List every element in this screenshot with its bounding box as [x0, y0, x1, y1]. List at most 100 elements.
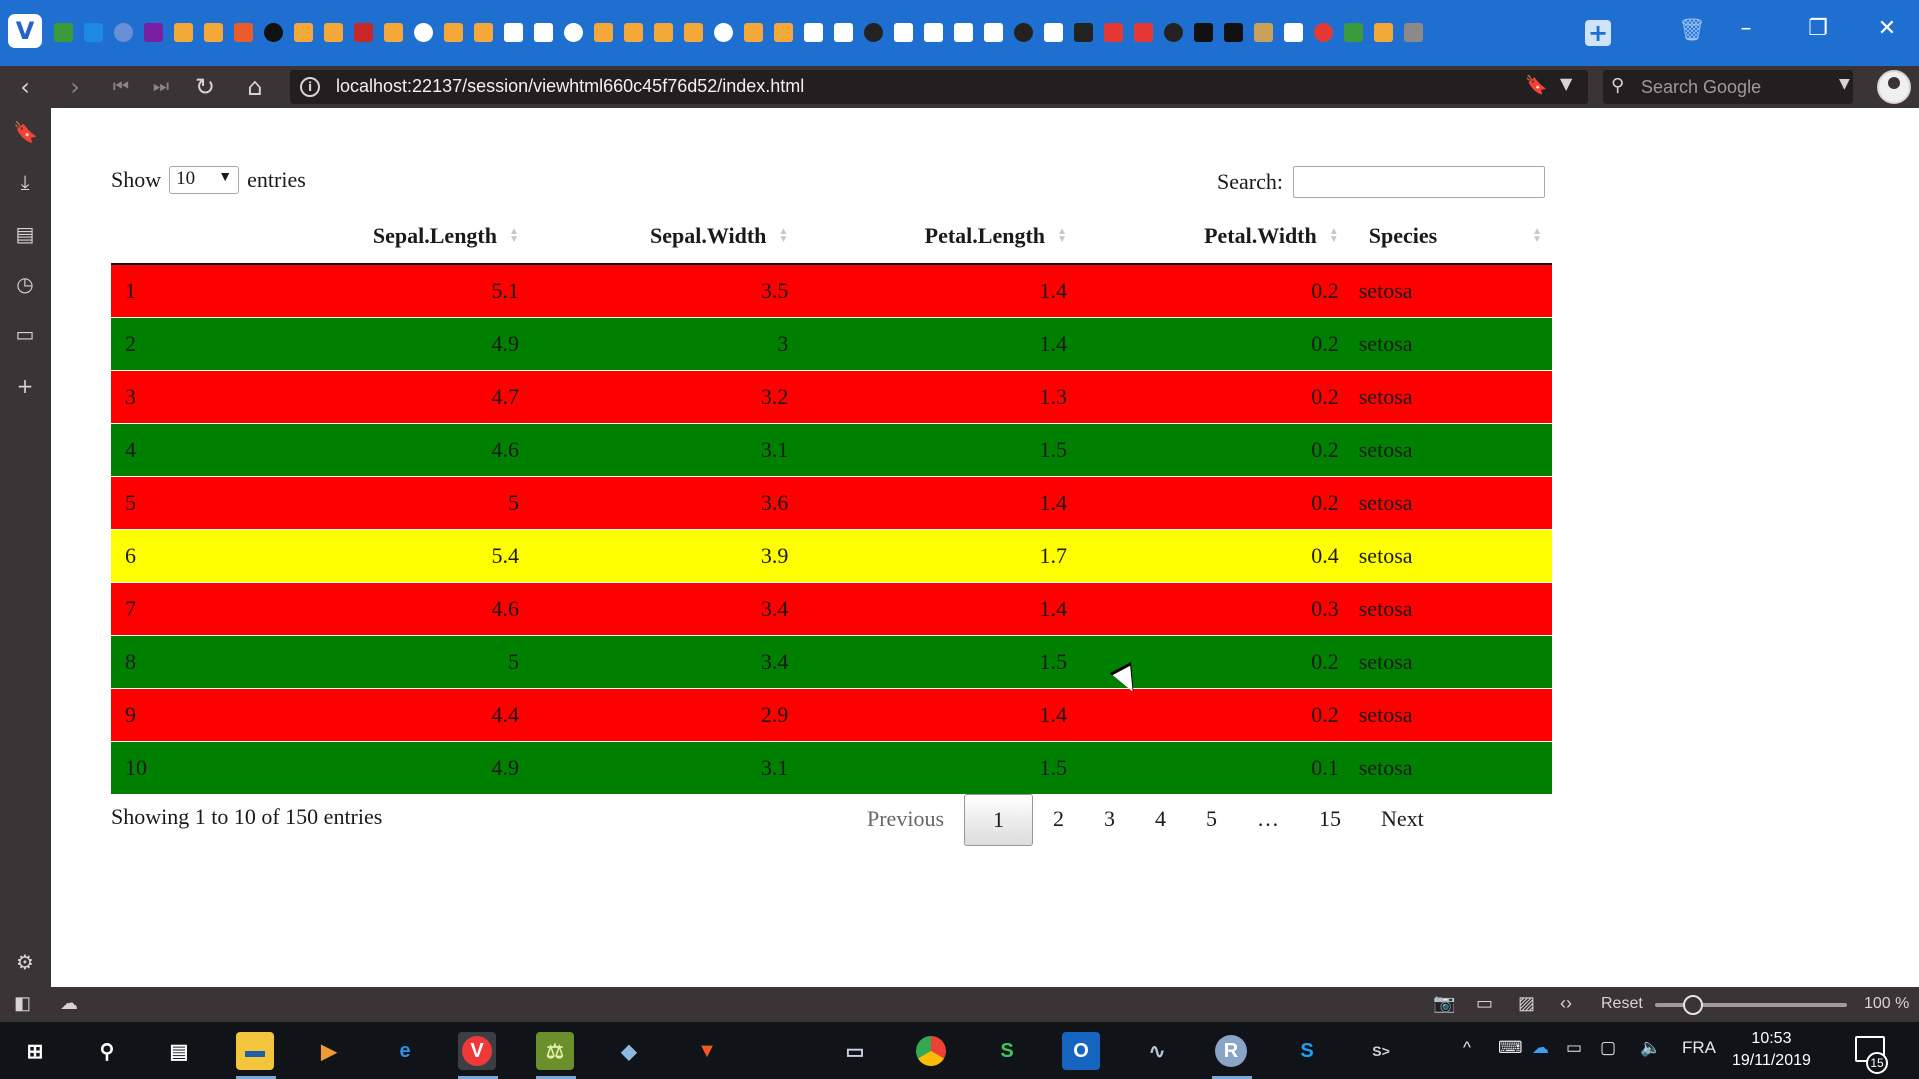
- page-button[interactable]: 1: [964, 794, 1033, 846]
- onedrive-cloud-icon[interactable]: ☁: [1532, 1038, 1549, 1058]
- bookmarks-panel-icon[interactable]: 🔖: [13, 120, 38, 144]
- downloads-panel-icon[interactable]: ⤓: [13, 170, 37, 194]
- tab-favicon-icon[interactable]: [1250, 17, 1277, 47]
- address-dropdown-icon[interactable]: ▼: [1560, 74, 1572, 93]
- trash-icon[interactable]: 🗑: [1678, 18, 1706, 46]
- input-language[interactable]: FRA: [1682, 1038, 1716, 1058]
- page-button[interactable]: 15: [1299, 794, 1361, 846]
- vivaldi-taskbar-icon[interactable]: V: [458, 1032, 496, 1070]
- windows-start-icon[interactable]: ⊞: [16, 1032, 54, 1070]
- minimize-window-icon[interactable]: –: [1726, 16, 1766, 41]
- column-header-petal-width[interactable]: Petal.Width ▲ ▼: [1077, 208, 1349, 265]
- r-language-icon[interactable]: R: [1212, 1032, 1250, 1070]
- tab-favicon-icon[interactable]: [140, 17, 167, 47]
- notes-panel-icon[interactable]: ▤: [13, 222, 37, 246]
- tab-favicon-icon[interactable]: [980, 17, 1007, 47]
- tab-favicon-icon[interactable]: [1070, 17, 1097, 47]
- tab-favicon-icon[interactable]: [200, 17, 227, 47]
- tab-favicon-icon[interactable]: [920, 17, 947, 47]
- page-button[interactable]: 5: [1186, 794, 1237, 846]
- table-row[interactable]: 5 5 3.6 1.4 0.2 setosa: [111, 476, 1552, 530]
- table-row[interactable]: 6 5.4 3.9 1.7 0.4 setosa: [111, 529, 1552, 583]
- vivaldi-logo-icon[interactable]: V: [8, 14, 42, 48]
- page-button[interactable]: 2: [1033, 794, 1084, 846]
- tab-favicon-icon[interactable]: [1100, 17, 1127, 47]
- tab-favicon-icon[interactable]: [770, 17, 797, 47]
- window-panel-icon[interactable]: ▭: [13, 322, 37, 346]
- show-hidden-icons-icon[interactable]: ^: [1463, 1038, 1471, 1058]
- column-header-index[interactable]: [111, 208, 228, 265]
- previous-page-button[interactable]: Previous: [847, 794, 964, 846]
- tab-favicon-icon[interactable]: [1340, 17, 1367, 47]
- tab-favicon-icon[interactable]: [890, 17, 917, 47]
- tab-favicon-icon[interactable]: [800, 17, 827, 47]
- tab-favicon-icon[interactable]: [380, 17, 407, 47]
- tab-favicon-icon[interactable]: [350, 17, 377, 47]
- tab-favicon-icon[interactable]: [1400, 17, 1427, 47]
- tab-favicon-icon[interactable]: [170, 17, 197, 47]
- site-info-icon[interactable]: i: [300, 77, 320, 97]
- column-header-species[interactable]: Species ▲ ▼: [1348, 208, 1552, 265]
- column-header-sepal-width[interactable]: Sepal.Width ▲ ▼: [529, 208, 799, 265]
- capture-camera-icon[interactable]: 📷: [1433, 993, 1455, 1014]
- table-row[interactable]: 9 4.4 2.9 1.4 0.2 setosa: [111, 688, 1552, 742]
- table-search-input[interactable]: [1292, 166, 1545, 198]
- tab-favicon-icon[interactable]: [440, 17, 467, 47]
- tab-favicon-icon[interactable]: [1160, 17, 1187, 47]
- tab-favicon-icon[interactable]: [1370, 17, 1397, 47]
- table-row[interactable]: 4 4.6 3.1 1.5 0.2 setosa: [111, 423, 1552, 477]
- tab-favicon-icon[interactable]: [620, 17, 647, 47]
- restore-window-icon[interactable]: ❐: [1798, 16, 1838, 41]
- notes-app-icon[interactable]: ◆: [610, 1032, 648, 1070]
- table-row[interactable]: 7 4.6 3.4 1.4 0.3 setosa: [111, 582, 1552, 636]
- calculator-app-icon[interactable]: ⚖: [536, 1032, 574, 1070]
- page-button[interactable]: 3: [1084, 794, 1135, 846]
- internet-explorer-icon[interactable]: e: [386, 1032, 424, 1070]
- command-prompt-icon[interactable]: S>: [1362, 1032, 1400, 1070]
- sync-cloud-icon[interactable]: ☁: [60, 993, 78, 1014]
- forward-icon[interactable]: ›: [60, 73, 90, 101]
- table-row[interactable]: 2 4.9 3 1.4 0.2 setosa: [111, 317, 1552, 371]
- search-field[interactable]: ⚲ Search Google ▼: [1603, 70, 1853, 104]
- task-view-icon[interactable]: ▤: [160, 1032, 198, 1070]
- tab-favicon-icon[interactable]: [830, 17, 857, 47]
- media-player-icon[interactable]: ▶: [310, 1032, 348, 1070]
- fast-forward-icon[interactable]: ⏭: [146, 73, 176, 101]
- back-icon[interactable]: ‹: [10, 73, 40, 101]
- search-engine-dropdown-icon[interactable]: ▼: [1839, 76, 1850, 92]
- chrome-icon[interactable]: [912, 1032, 950, 1070]
- volume-icon[interactable]: 🔈: [1640, 1038, 1661, 1058]
- script-app-icon[interactable]: S: [988, 1032, 1026, 1070]
- page-actions-icon[interactable]: ‹›: [1560, 993, 1572, 1014]
- outlook-icon[interactable]: O: [1062, 1032, 1100, 1070]
- tab-favicon-icon[interactable]: [1280, 17, 1307, 47]
- close-window-icon[interactable]: ✕: [1867, 16, 1907, 41]
- tiling-icon[interactable]: ▭: [1476, 993, 1493, 1014]
- tab-favicon-icon[interactable]: [80, 17, 107, 47]
- remote-desktop-icon[interactable]: ▭: [836, 1032, 874, 1070]
- tab-favicon-icon[interactable]: [260, 17, 287, 47]
- tab-favicon-icon[interactable]: [1310, 17, 1337, 47]
- tab-favicon-icon[interactable]: [410, 17, 437, 47]
- address-field[interactable]: i localhost:22137/session/viewhtml660c45…: [290, 70, 1588, 104]
- table-row[interactable]: 1 5.1 3.5 1.4 0.2 setosa: [111, 264, 1552, 318]
- tab-favicon-icon[interactable]: [470, 17, 497, 47]
- tab-favicon-icon[interactable]: [560, 17, 587, 47]
- table-row[interactable]: 3 4.7 3.2 1.3 0.2 setosa: [111, 370, 1552, 424]
- new-tab-button[interactable]: +: [1585, 20, 1611, 46]
- tab-favicon-icon[interactable]: [860, 17, 887, 47]
- history-panel-icon[interactable]: ◷: [13, 272, 37, 296]
- tab-favicon-icon[interactable]: [740, 17, 767, 47]
- tab-favicon-icon[interactable]: [950, 17, 977, 47]
- reload-icon[interactable]: ↻: [190, 73, 220, 101]
- tab-favicon-icon[interactable]: [710, 17, 737, 47]
- panel-toggle-icon[interactable]: ◧: [14, 993, 31, 1014]
- tab-favicon-icon[interactable]: [1190, 17, 1217, 47]
- tab-favicon-icon[interactable]: [320, 17, 347, 47]
- table-row[interactable]: 8 5 3.4 1.5 0.2 setosa: [111, 635, 1552, 689]
- tab-favicon-icon[interactable]: [1220, 17, 1247, 47]
- add-web-panel-icon[interactable]: +: [13, 374, 37, 398]
- home-icon[interactable]: ⌂: [240, 73, 270, 101]
- zoom-slider-handle[interactable]: [1683, 995, 1703, 1015]
- tab-favicon-icon[interactable]: [650, 17, 677, 47]
